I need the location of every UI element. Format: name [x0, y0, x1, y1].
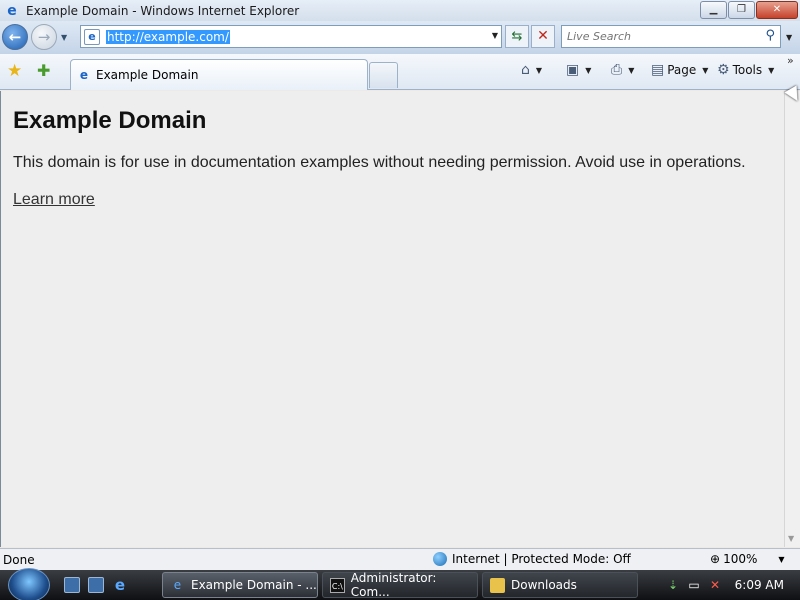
add-favorites-icon[interactable]: ✚ [37, 61, 50, 80]
back-button[interactable]: ← [2, 24, 28, 50]
feeds-button[interactable]: ▣ ▼ [566, 62, 591, 78]
tab-label: Example Domain [96, 68, 199, 82]
tools-menu-label: Tools [732, 63, 763, 77]
chevron-down-icon[interactable]: ▼ [778, 555, 784, 564]
page-menu-button[interactable]: ▤ Page ▼ [651, 62, 708, 78]
task-example-domain[interactable]: e Example Domain - ... [162, 572, 318, 598]
page-description: This domain is for use in documentation … [13, 154, 746, 171]
learn-more-link[interactable]: Learn more [13, 191, 95, 209]
network-icon[interactable]: ▭ [686, 577, 702, 593]
stop-icon: ✕ [537, 28, 549, 44]
ie-icon: e [7, 2, 17, 19]
vertical-scrollbar[interactable]: ▼ [784, 91, 800, 547]
maximize-icon: ❐ [737, 4, 746, 15]
tab-page-icon: e [79, 68, 89, 82]
tab-example-domain[interactable]: e Example Domain [70, 59, 368, 90]
switch-windows-icon[interactable] [88, 577, 104, 593]
show-desktop-icon[interactable] [64, 577, 80, 593]
folder-icon [490, 577, 505, 593]
window-controls: ▁ ❐ ✕ [700, 1, 798, 19]
favorites-star-icon[interactable]: ★ [7, 61, 22, 81]
refresh-button[interactable]: ⇆ [505, 25, 529, 48]
zone-label: Internet | Protected Mode: Off [452, 552, 631, 566]
task-label: Example Domain - ... [191, 578, 317, 592]
more-commands-chevron-icon[interactable]: » [787, 54, 794, 67]
printer-icon: ⎙ [611, 62, 623, 78]
address-url[interactable]: http://example.com/ [106, 29, 230, 44]
chevron-down-icon[interactable]: ▼ [628, 66, 634, 75]
zoom-level: 100% [723, 552, 758, 566]
recent-pages-dropdown[interactable]: ▼ [61, 33, 67, 42]
refresh-icon: ⇆ [511, 29, 523, 44]
ie-quicklaunch-icon[interactable]: e [112, 577, 128, 593]
print-button[interactable]: ⎙ ▼ [611, 62, 634, 78]
command-bar: ★ ✚ e Example Domain ⌂ ▼ ▣ ▼ ⎙ ▼ ▤ Page … [0, 54, 800, 90]
start-button[interactable] [8, 568, 50, 600]
page-content: Example Domain This domain is for use in… [0, 91, 784, 547]
stop-button[interactable]: ✕ [531, 25, 555, 48]
clock[interactable]: 6:09 AM [735, 578, 784, 592]
task-label: Downloads [511, 578, 577, 592]
search-box[interactable]: ⚲ [561, 25, 781, 48]
search-input[interactable] [562, 26, 752, 47]
chevron-down-icon: ▼ [702, 65, 709, 75]
chevron-down-icon: ▼ [786, 33, 793, 42]
security-zone[interactable]: Internet | Protected Mode: Off [433, 552, 631, 566]
search-options-dropdown[interactable]: ▼ [786, 33, 792, 42]
chevron-down-icon: ▼ [61, 33, 68, 42]
status-text: Done [3, 553, 35, 567]
ie-icon: e [173, 577, 182, 592]
status-bar: Done Internet | Protected Mode: Off ⊕ 10… [0, 548, 800, 570]
forward-arrow-icon: → [37, 28, 51, 46]
new-tab-button[interactable] [369, 62, 398, 88]
home-icon: ⌂ [521, 62, 530, 78]
search-icon[interactable]: ⚲ [765, 28, 775, 43]
chevron-down-icon[interactable]: ▼ [536, 66, 542, 75]
page-heading: Example Domain [13, 107, 207, 134]
forward-button[interactable]: → [31, 24, 57, 50]
page-menu-label: Page [667, 63, 697, 77]
address-dropdown-icon[interactable]: ▼ [492, 31, 498, 40]
gear-icon: ⚙ [717, 62, 730, 78]
task-command-prompt[interactable]: C:\ Administrator: Com... [322, 571, 478, 599]
address-bar[interactable]: e http://example.com/ ▼ [80, 25, 502, 48]
window-title: Example Domain - Windows Internet Explor… [26, 3, 300, 18]
zoom-control[interactable]: ⊕ 100% ▼ [710, 552, 785, 566]
back-arrow-icon: ← [8, 28, 22, 46]
close-button[interactable]: ✕ [756, 1, 798, 19]
scroll-down-arrow-icon[interactable]: ▼ [788, 534, 794, 543]
zoom-icon: ⊕ [710, 552, 721, 566]
close-icon: ✕ [772, 4, 782, 15]
tools-menu-button[interactable]: ⚙ Tools ▼ [717, 62, 774, 78]
minimize-button[interactable]: ▁ [700, 1, 727, 19]
safely-remove-icon[interactable]: ⇣ [665, 577, 681, 593]
chevron-down-icon: ▼ [768, 65, 775, 75]
globe-icon [433, 552, 447, 566]
home-button[interactable]: ⌂ ▼ [521, 62, 542, 78]
task-label: Administrator: Com... [350, 571, 437, 599]
command-prompt-icon: C:\ [330, 577, 345, 593]
volume-muted-icon[interactable]: ✕ [707, 577, 723, 593]
minimize-icon: ▁ [709, 4, 718, 15]
task-downloads[interactable]: Downloads [482, 572, 638, 598]
page-menu-icon: ▤ [651, 62, 665, 78]
page-icon: e [84, 28, 100, 45]
maximize-button[interactable]: ❐ [728, 1, 755, 19]
chevron-down-icon[interactable]: ▼ [585, 66, 591, 75]
taskbar: e e Example Domain - ... C:\ Administrat… [0, 568, 800, 600]
navigation-bar: ← → ▼ e http://example.com/ ▼ ⇆ ✕ ⚲ ▼ [0, 21, 800, 54]
title-bar: e Example Domain - Windows Internet Expl… [0, 0, 800, 21]
rss-feed-icon: ▣ [566, 62, 580, 78]
